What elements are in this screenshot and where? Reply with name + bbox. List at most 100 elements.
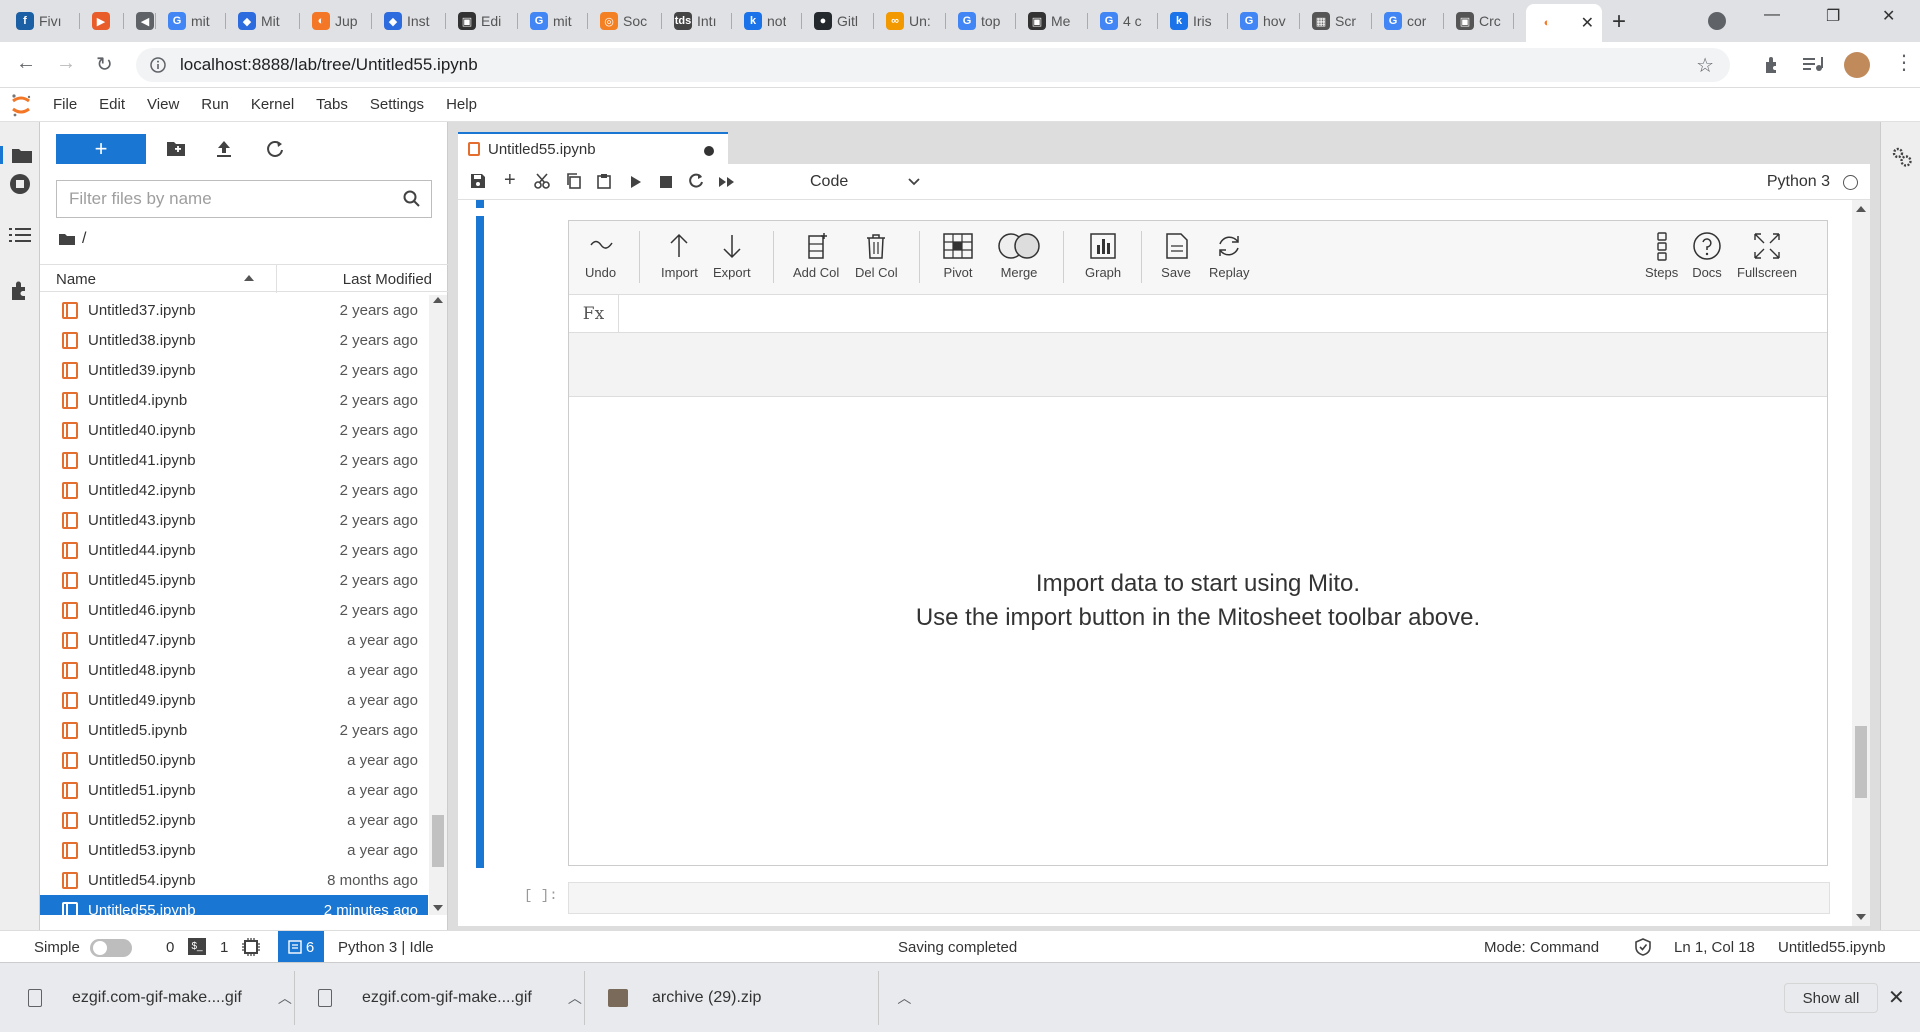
restart-kernel-icon[interactable] (688, 173, 704, 189)
browser-tab[interactable]: ▶ (80, 6, 124, 36)
unsaved-indicator-icon[interactable] (704, 146, 714, 156)
chevron-up-icon[interactable]: ︿ (897, 988, 911, 1008)
file-browser-tab[interactable] (0, 146, 40, 164)
file-row[interactable]: Untitled38.ipynb 2 years ago (40, 325, 428, 355)
browser-tab[interactable]: ∞ Un: (874, 6, 946, 36)
browser-tab[interactable]: f Fivı (4, 6, 80, 36)
running-sessions-tab[interactable] (0, 172, 40, 196)
browser-tab[interactable]: ▣ Me (1016, 6, 1088, 36)
cut-icon[interactable] (534, 173, 550, 189)
mito-replay-button[interactable]: Replay (1209, 231, 1249, 280)
file-row[interactable]: Untitled47.ipynb a year ago (40, 625, 428, 655)
kernel-status[interactable]: Python 3 | Idle (338, 939, 434, 956)
property-inspector-gears-icon[interactable] (1891, 146, 1913, 168)
browser-menu-icon[interactable]: ⋮ (1894, 50, 1914, 75)
mito-steps-button[interactable]: Steps (1645, 231, 1678, 280)
browser-tab[interactable]: k not (732, 6, 802, 36)
browser-tab[interactable]: Ghov (1228, 6, 1300, 36)
browser-tab[interactable]: ● Gitl (802, 6, 874, 36)
window-close-icon[interactable]: ✕ (1882, 6, 1895, 26)
file-filter-input[interactable] (69, 189, 389, 209)
mito-undo-button[interactable]: Undo (585, 231, 616, 280)
browser-tab[interactable]: Gmit (518, 6, 588, 36)
chevron-up-icon[interactable]: ︿ (568, 988, 582, 1008)
upload-icon[interactable] (216, 140, 232, 158)
maximize-icon[interactable]: ❐ (1826, 6, 1840, 26)
mito-pivot-button[interactable]: Pivot (941, 231, 975, 280)
mito-export-button[interactable]: Export (713, 231, 751, 280)
download-item[interactable]: archive (29).zip ︿ (608, 963, 911, 1032)
scroll-up-icon[interactable] (1856, 206, 1866, 212)
scrollbar-thumb[interactable] (1855, 726, 1867, 798)
run-all-icon[interactable] (718, 176, 736, 188)
scroll-down-icon[interactable] (1856, 914, 1866, 920)
file-row[interactable]: Untitled46.ipynb 2 years ago (40, 595, 428, 625)
download-item[interactable]: ezgif.com-gif-make....gif ︿ (318, 963, 582, 1032)
download-item[interactable]: ezgif.com-gif-make....gif ︿ (28, 963, 292, 1032)
browser-tab[interactable]: Gmit (156, 6, 226, 36)
scroll-up-icon[interactable] (433, 297, 443, 303)
browser-tab[interactable]: Gtop (946, 6, 1016, 36)
menu-run[interactable]: Run (190, 96, 240, 113)
run-icon[interactable] (630, 175, 642, 189)
file-row[interactable]: Untitled37.ipynb 2 years ago (40, 295, 428, 325)
file-row[interactable]: Untitled44.ipynb 2 years ago (40, 535, 428, 565)
mito-delete-column-button[interactable]: Del Col (855, 231, 898, 280)
menu-help[interactable]: Help (435, 96, 488, 113)
menu-edit[interactable]: Edit (88, 96, 136, 113)
chevron-up-icon[interactable]: ︿ (278, 988, 292, 1008)
folder-icon[interactable] (58, 232, 76, 246)
close-tab-icon[interactable]: ✕ (1581, 13, 1594, 33)
menu-settings[interactable]: Settings (359, 96, 435, 113)
media-control-icon[interactable] (1802, 54, 1824, 74)
browser-tab[interactable]: ◀ (124, 6, 156, 36)
browser-tab[interactable]: Gcor (1372, 6, 1444, 36)
formula-bar[interactable]: Fx (569, 295, 1827, 333)
browser-tab[interactable]: ◐ Jup (300, 6, 372, 36)
omnibox[interactable]: localhost:8888/lab/tree/Untitled55.ipynb… (136, 48, 1730, 82)
mito-add-column-button[interactable]: Add Col (793, 231, 839, 280)
trusted-shield-icon[interactable] (1634, 938, 1652, 956)
file-row[interactable]: Untitled5.ipynb 2 years ago (40, 715, 428, 745)
site-info-icon[interactable] (150, 57, 166, 73)
refresh-icon[interactable] (266, 140, 284, 158)
copy-icon[interactable] (566, 173, 582, 189)
mito-graph-button[interactable]: Graph (1085, 231, 1121, 280)
mito-fullscreen-button[interactable]: Fullscreen (1737, 231, 1797, 280)
browser-tab[interactable]: k Iris (1158, 6, 1228, 36)
next-code-cell[interactable]: [ ]: (518, 882, 1868, 914)
file-filter-box[interactable] (56, 180, 432, 218)
menu-view[interactable]: View (136, 96, 190, 113)
active-cell-collapser[interactable] (476, 216, 484, 868)
open-notebooks-indicator[interactable]: 6 (278, 931, 324, 963)
browser-tab[interactable]: ◆ Inst (372, 6, 446, 36)
new-folder-icon[interactable] (166, 140, 186, 158)
tab-search-icon[interactable] (1708, 12, 1726, 30)
cell-input[interactable] (568, 882, 1830, 914)
close-downloads-bar-icon[interactable]: ✕ (1888, 985, 1905, 1010)
minimize-icon[interactable]: — (1764, 6, 1780, 24)
back-icon[interactable]: ← (16, 52, 36, 75)
profile-avatar[interactable] (1844, 52, 1870, 78)
file-row[interactable]: Untitled42.ipynb 2 years ago (40, 475, 428, 505)
terminal-count[interactable]: 0 (166, 939, 174, 956)
last-modified-column-header[interactable]: Last Modified (343, 271, 432, 288)
extensions-icon[interactable] (1762, 54, 1782, 74)
stop-icon[interactable] (660, 176, 672, 188)
show-all-downloads-button[interactable]: Show all (1784, 983, 1878, 1013)
browser-tab[interactable]: G 4 c (1088, 6, 1158, 36)
paste-icon[interactable] (596, 173, 612, 189)
browser-tab[interactable]: ▣ Edi (446, 6, 518, 36)
cell-type-select[interactable]: Code (810, 170, 920, 194)
file-row[interactable]: Untitled40.ipynb 2 years ago (40, 415, 428, 445)
file-row[interactable]: Untitled4.ipynb 2 years ago (40, 385, 428, 415)
reload-icon[interactable]: ↻ (96, 52, 113, 77)
mito-save-button[interactable]: Save (1161, 231, 1191, 280)
save-icon[interactable] (470, 173, 486, 189)
menu-tabs[interactable]: Tabs (305, 96, 359, 113)
notebook-document-tab[interactable]: Untitled55.ipynb (458, 132, 728, 164)
cursor-position[interactable]: Ln 1, Col 18 (1674, 939, 1755, 956)
browser-tab[interactable]: ▦ Scr (1300, 6, 1372, 36)
menu-file[interactable]: File (42, 96, 88, 113)
file-row[interactable]: Untitled39.ipynb 2 years ago (40, 355, 428, 385)
